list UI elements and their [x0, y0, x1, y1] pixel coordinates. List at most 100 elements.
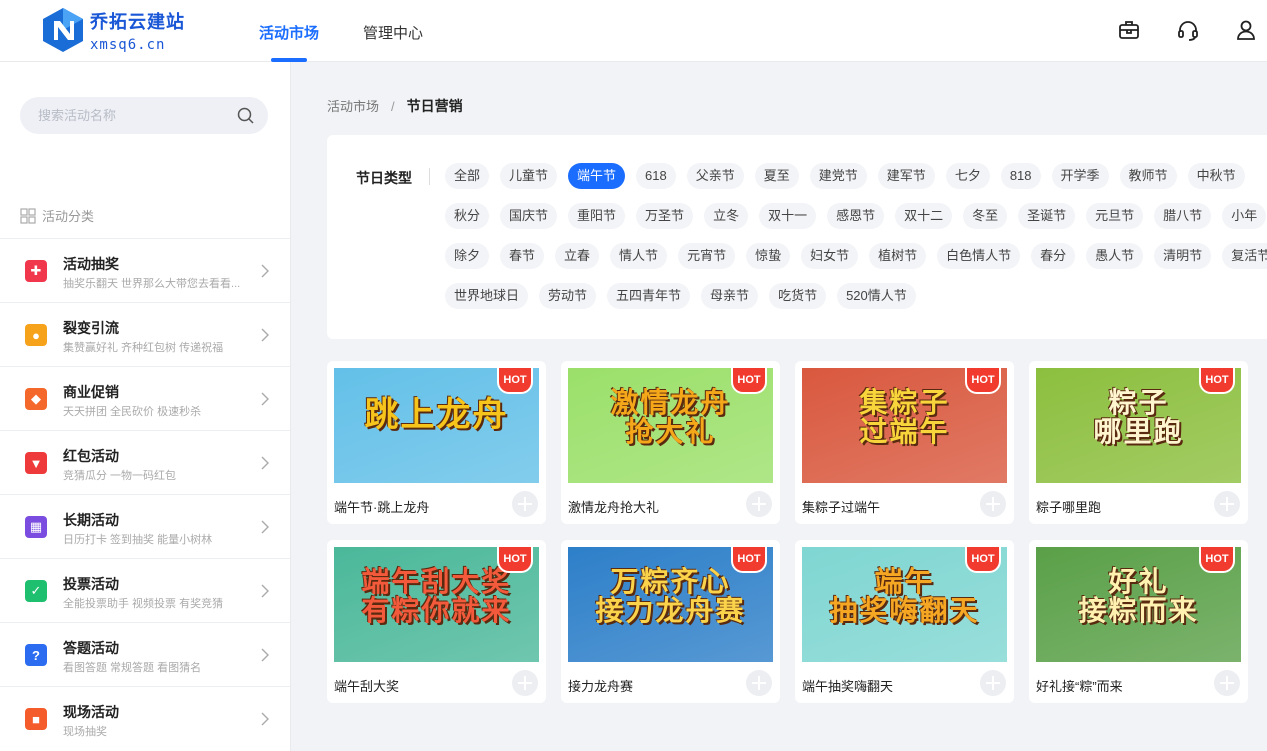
sidebar-category-item[interactable]: ◆ 商业促销 天天拼团 全民砍价 极速秒杀	[0, 366, 290, 430]
category-list: ✚ 活动抽奖 抽奖乐翻天 世界那么大带您去看看... ● 裂变引流 集赞赢好礼 齐种红包树…	[0, 238, 290, 750]
card-thumbnail[interactable]: 激情龙舟 抢大礼 HOT	[568, 368, 773, 483]
activity-card[interactable]: 激情龙舟 抢大礼 HOT 激情龙舟抢大礼	[561, 361, 780, 524]
filter-chip[interactable]: 818	[1000, 163, 1041, 189]
filter-chip[interactable]: 愚人节	[1086, 243, 1144, 269]
filter-chip[interactable]: 618	[636, 163, 676, 189]
activity-card[interactable]: 跳上龙舟 HOT 端午节·跳上龙舟	[327, 361, 546, 524]
filter-chip[interactable]: 父亲节	[686, 163, 744, 189]
sidebar-category-item[interactable]: ▼ 红包活动 竞猜瓜分 一物一码红包	[0, 430, 290, 494]
sidebar-category-item[interactable]: ✓ 投票活动 全能投票助手 视频投票 有奖竞猜	[0, 558, 290, 622]
activity-card[interactable]: 好礼 接粽而来 HOT 好礼接“粽”而来	[1029, 540, 1248, 703]
filter-chip[interactable]: 小年	[1222, 203, 1267, 229]
card-thumbnail[interactable]: 跳上龙舟 HOT	[334, 368, 539, 483]
filter-chip[interactable]: 吃货节	[769, 283, 827, 309]
filter-chip[interactable]: 国庆节	[500, 203, 558, 229]
chevron-right-icon	[261, 456, 269, 470]
add-icon[interactable]	[1214, 491, 1240, 517]
tab-activity-market[interactable]: 活动市场	[259, 22, 319, 43]
filter-chip[interactable]: 开学季	[1051, 163, 1109, 189]
add-icon[interactable]	[512, 491, 538, 517]
card-thumbnail[interactable]: 万粽齐心 接力龙舟赛 HOT	[568, 547, 773, 662]
filter-chip[interactable]: 立冬	[704, 203, 749, 229]
sidebar-category-item[interactable]: ▦ 长期活动 日历打卡 签到抽奖 能量小树林	[0, 494, 290, 558]
sidebar-category-item[interactable]: ? 答题活动 看图答题 常规答题 看图猜名	[0, 622, 290, 686]
filter-chip[interactable]: 腊八节	[1154, 203, 1212, 229]
thumbnail-title: 集粽子 过端午	[859, 386, 950, 449]
filter-chip[interactable]: 万圣节	[636, 203, 694, 229]
activity-card[interactable]: 端午刮大奖 有粽你就来 HOT 端午刮大奖	[327, 540, 546, 703]
filter-chip[interactable]: 建党节	[809, 163, 867, 189]
category-name: 红包活动	[63, 448, 119, 464]
filter-chip[interactable]: 劳动节	[539, 283, 597, 309]
tab-management-center[interactable]: 管理中心	[363, 22, 423, 43]
filter-chip[interactable]: 复活节	[1222, 243, 1267, 269]
filter-chip[interactable]: 七夕	[945, 163, 990, 189]
card-thumbnail[interactable]: 好礼 接粽而来 HOT	[1036, 547, 1241, 662]
sidebar-category-item[interactable]: ✚ 活动抽奖 抽奖乐翻天 世界那么大带您去看看...	[0, 238, 290, 302]
filter-chip[interactable]: 冬至	[963, 203, 1008, 229]
filter-chip[interactable]: 世界地球日	[445, 283, 529, 309]
filter-chip[interactable]: 白色情人节	[937, 243, 1021, 269]
add-icon[interactable]	[980, 491, 1006, 517]
category-description: 看图答题 常规答题 看图猜名	[63, 662, 202, 674]
sidebar-category-item[interactable]: ● 裂变引流 集赞赢好礼 齐种红包树 传递祝福	[0, 302, 290, 366]
search-icon[interactable]	[237, 107, 254, 124]
filter-chip[interactable]: 端午节	[568, 163, 626, 189]
filter-chip[interactable]: 情人节	[610, 243, 668, 269]
add-icon[interactable]	[746, 670, 772, 696]
card-thumbnail[interactable]: 端午刮大奖 有粽你就来 HOT	[334, 547, 539, 662]
card-title: 端午节·跳上龙舟	[334, 500, 430, 515]
filter-chip[interactable]: 520情人节	[837, 283, 916, 309]
sidebar-category-item[interactable]: ■ 现场活动 现场抽奖	[0, 686, 290, 750]
filter-chip[interactable]: 中秋节	[1187, 163, 1245, 189]
filter-chip[interactable]: 植树节	[869, 243, 927, 269]
filter-chip[interactable]: 惊蛰	[746, 243, 791, 269]
filter-chip[interactable]: 元宵节	[678, 243, 736, 269]
search-input[interactable]	[38, 97, 228, 134]
filter-chip[interactable]: 双十一	[759, 203, 817, 229]
chevron-right-icon	[261, 648, 269, 662]
chevron-right-icon	[261, 520, 269, 534]
filter-chip[interactable]: 元旦节	[1086, 203, 1144, 229]
filter-chip[interactable]: 春分	[1031, 243, 1076, 269]
card-thumbnail[interactable]: 集粽子 过端午 HOT	[802, 368, 1007, 483]
add-icon[interactable]	[980, 670, 1006, 696]
filter-chip[interactable]: 建军节	[877, 163, 935, 189]
brand[interactable]: 乔拓云建站 xmsq6.cn	[90, 8, 185, 53]
filter-chip[interactable]: 圣诞节	[1018, 203, 1076, 229]
hot-badge: HOT	[731, 368, 767, 394]
filter-chip[interactable]: 母亲节	[701, 283, 759, 309]
filter-chip[interactable]: 儿童节	[500, 163, 558, 189]
filter-chip[interactable]: 秋分	[445, 203, 490, 229]
filter-chip[interactable]: 夏至	[754, 163, 799, 189]
filter-chip[interactable]: 清明节	[1154, 243, 1212, 269]
filter-chip[interactable]: 双十二	[895, 203, 953, 229]
filter-chip[interactable]: 五四青年节	[607, 283, 691, 309]
filter-chip[interactable]: 春节	[500, 243, 545, 269]
activity-card[interactable]: 端午 抽奖嗨翻天 HOT 端午抽奖嗨翻天	[795, 540, 1014, 703]
headset-icon[interactable]	[1176, 18, 1200, 42]
grid-icon	[20, 207, 36, 224]
logo-icon[interactable]	[40, 6, 86, 54]
filter-chip[interactable]: 除夕	[445, 243, 490, 269]
card-thumbnail[interactable]: 粽子 哪里跑 HOT	[1036, 368, 1241, 483]
category-title: 活动分类	[20, 206, 94, 225]
card-thumbnail[interactable]: 端午 抽奖嗨翻天 HOT	[802, 547, 1007, 662]
user-icon[interactable]	[1234, 18, 1258, 42]
filter-chip[interactable]: 教师节	[1119, 163, 1177, 189]
add-icon[interactable]	[1214, 670, 1240, 696]
add-icon[interactable]	[746, 491, 772, 517]
filter-chip[interactable]: 立春	[555, 243, 600, 269]
filter-chip[interactable]: 感恩节	[827, 203, 885, 229]
activity-card[interactable]: 万粽齐心 接力龙舟赛 HOT 接力龙舟赛	[561, 540, 780, 703]
filter-chip[interactable]: 妇女节	[801, 243, 859, 269]
briefcase-icon[interactable]	[1117, 18, 1141, 42]
add-icon[interactable]	[512, 670, 538, 696]
filter-chip[interactable]: 全部	[445, 163, 490, 189]
breadcrumb-root[interactable]: 活动市场	[327, 99, 379, 114]
activity-card[interactable]: 粽子 哪里跑 HOT 粽子哪里跑	[1029, 361, 1248, 524]
chevron-right-icon	[261, 392, 269, 406]
category-name: 商业促销	[63, 384, 119, 400]
activity-card[interactable]: 集粽子 过端午 HOT 集粽子过端午	[795, 361, 1014, 524]
filter-chip[interactable]: 重阳节	[568, 203, 626, 229]
